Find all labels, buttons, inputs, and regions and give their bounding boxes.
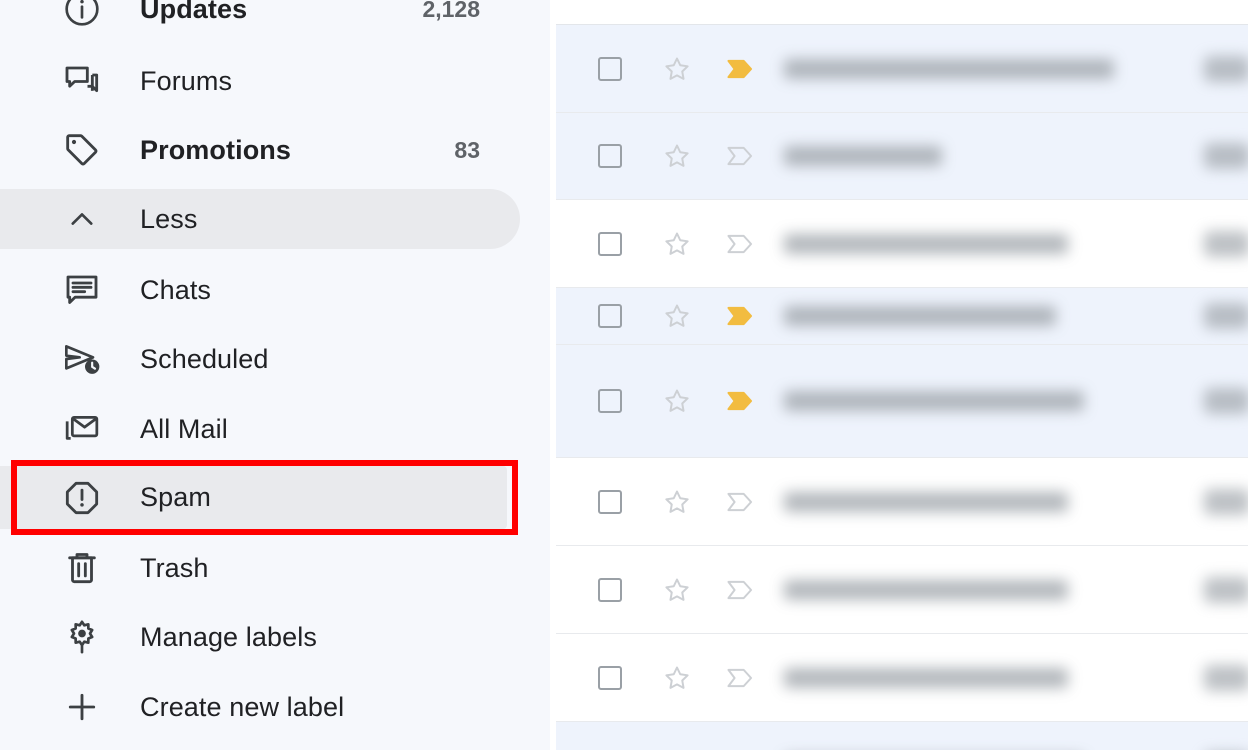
mail-row[interactable] [556, 546, 1248, 634]
tag-icon [60, 128, 104, 172]
trash-icon [60, 546, 104, 590]
sender-redacted [784, 146, 942, 166]
sender-redacted [784, 58, 1114, 79]
important-marker-icon[interactable] [724, 301, 756, 331]
info-circle-icon [60, 0, 104, 31]
row-checkbox[interactable] [598, 577, 622, 602]
sender-redacted [784, 667, 1068, 688]
row-meta-redacted [1204, 143, 1248, 169]
sidebar-item-label: Promotions [140, 134, 292, 165]
sidebar-item-forums[interactable]: Forums [0, 50, 520, 112]
important-marker-icon[interactable] [724, 54, 756, 84]
gear-icon [60, 615, 104, 659]
scheduled-send-icon [60, 337, 104, 381]
spam-octagon-icon [60, 476, 104, 520]
chevron-up-icon [60, 197, 104, 241]
sidebar-item-less[interactable]: Less [0, 189, 520, 249]
row-meta-redacted [1204, 664, 1248, 691]
row-checkbox[interactable] [598, 304, 622, 328]
sidebar-item-manage-labels[interactable]: Manage labels [0, 606, 520, 668]
star-icon[interactable] [662, 487, 692, 517]
star-icon[interactable] [662, 141, 692, 171]
sidebar-item-all-mail[interactable]: All Mail [0, 398, 520, 460]
all-mail-icon [60, 407, 104, 451]
plus-icon [60, 685, 104, 729]
sidebar: Updates 2,128 Forums Promotions 83 Less Ch… [0, 0, 540, 750]
sender-redacted [784, 391, 1084, 411]
row-checkbox[interactable] [598, 665, 622, 690]
important-marker-icon[interactable] [724, 229, 756, 259]
mail-row[interactable] [556, 288, 1248, 345]
sidebar-item-label: Updates [140, 0, 248, 24]
star-icon[interactable] [662, 301, 692, 331]
row-meta-redacted [1204, 388, 1248, 414]
star-icon[interactable] [662, 663, 692, 693]
important-marker-icon[interactable] [724, 663, 756, 693]
sidebar-item-chats[interactable]: Chats [0, 259, 520, 321]
sidebar-item-spam[interactable]: Spam [0, 466, 507, 529]
mail-row[interactable] [556, 458, 1248, 546]
sidebar-item-updates[interactable]: Updates 2,128 [0, 0, 520, 40]
row-meta-redacted [1204, 303, 1248, 329]
mail-list-top-divider [556, 24, 1248, 25]
mail-row[interactable] [556, 345, 1248, 458]
important-marker-icon[interactable] [724, 386, 756, 416]
row-checkbox[interactable] [598, 144, 622, 168]
sidebar-scrollbar-track[interactable] [532, 0, 1080, 750]
sidebar-item-label: Less [140, 203, 198, 234]
important-marker-icon[interactable] [724, 575, 756, 605]
sidebar-item-trash[interactable]: Trash [0, 537, 520, 599]
sender-redacted [784, 491, 1068, 512]
row-checkbox[interactable] [598, 489, 622, 514]
sidebar-item-label: Create new label [140, 691, 345, 722]
important-marker-icon[interactable] [724, 141, 756, 171]
sidebar-item-count: 2,128 [422, 0, 480, 22]
sender-redacted [784, 306, 1056, 326]
sidebar-item-label: Forums [140, 65, 233, 96]
mail-list [556, 0, 1248, 750]
forums-icon [60, 59, 104, 103]
mail-row[interactable] [556, 722, 1248, 750]
row-checkbox[interactable] [598, 56, 622, 81]
sidebar-item-create-new-label[interactable]: Create new label [0, 676, 520, 738]
gmail-screen: Updates 2,128 Forums Promotions 83 Less Ch… [0, 0, 1248, 750]
chat-bubble-icon [60, 268, 104, 312]
sidebar-item-label: Manage labels [140, 621, 317, 652]
row-meta-redacted [1204, 488, 1248, 515]
mail-row[interactable] [556, 634, 1248, 722]
star-icon[interactable] [662, 575, 692, 605]
sidebar-item-count: 83 [454, 136, 480, 163]
sidebar-item-scheduled[interactable]: Scheduled [0, 328, 520, 390]
row-meta-redacted [1204, 576, 1248, 603]
star-icon[interactable] [662, 54, 692, 84]
star-icon[interactable] [662, 229, 692, 259]
sidebar-item-label: Trash [140, 552, 209, 583]
sidebar-item-label: Chats [140, 274, 212, 305]
sidebar-item-label: All Mail [140, 413, 228, 444]
sender-redacted [784, 233, 1068, 254]
row-meta-redacted [1204, 230, 1248, 257]
important-marker-icon[interactable] [724, 487, 756, 517]
sidebar-item-promotions[interactable]: Promotions 83 [0, 119, 520, 181]
star-icon[interactable] [662, 386, 692, 416]
row-checkbox[interactable] [598, 231, 622, 256]
sidebar-item-label: Scheduled [140, 343, 269, 374]
mail-row[interactable] [556, 25, 1248, 113]
row-meta-redacted [1204, 55, 1248, 82]
sender-redacted [784, 579, 1068, 600]
mail-row[interactable] [556, 200, 1248, 288]
mail-row[interactable] [556, 113, 1248, 200]
sidebar-item-label: Spam [140, 482, 211, 512]
row-checkbox[interactable] [598, 389, 622, 413]
